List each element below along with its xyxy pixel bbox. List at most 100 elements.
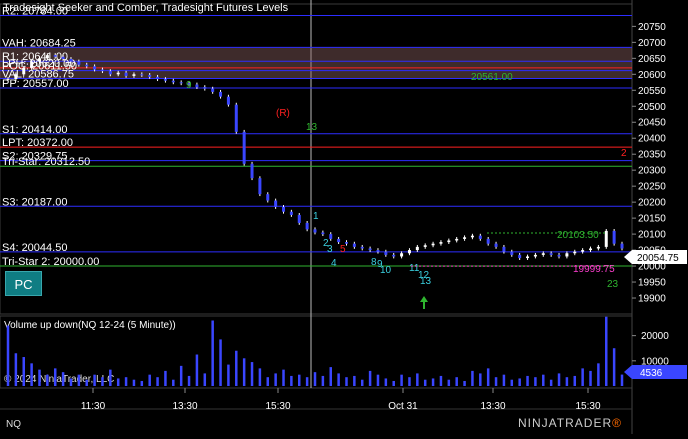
price-bar-body — [140, 74, 144, 76]
price-bar-body — [470, 235, 474, 238]
price-bar-body — [211, 88, 215, 92]
price-bar-body — [61, 56, 65, 59]
price-bar-body — [6, 79, 10, 81]
price-bar-body — [116, 72, 120, 75]
price-tick-label: 20600 — [638, 70, 666, 81]
price-bar-body — [376, 250, 380, 252]
price-bar-body — [69, 58, 73, 62]
price-bar-body — [400, 253, 404, 257]
time-tick-label: 13:30 — [172, 401, 197, 412]
price-tick-label: 20400 — [638, 134, 666, 145]
price-bar-body — [124, 72, 128, 76]
price-bar-body — [455, 238, 459, 241]
price-bar-body — [581, 250, 585, 252]
price-bar-body — [494, 243, 498, 247]
price-tick-label: 20550 — [638, 86, 666, 97]
pc-button[interactable]: PC — [5, 271, 42, 296]
price-bar-body — [557, 254, 561, 257]
price-bar-body — [415, 246, 419, 251]
level-label: R2: 20784.00 — [2, 6, 68, 18]
price-bar-body — [100, 69, 104, 72]
level-label: VAH: 20684.25 — [2, 37, 76, 49]
seeker-count-mark: 1 — [313, 211, 319, 222]
level-label: S4: 20044.50 — [2, 242, 67, 254]
price-bar-body — [589, 248, 593, 251]
price-annotation: 2 — [621, 148, 627, 159]
price-bar-body — [282, 206, 286, 212]
price-bar-body — [620, 243, 624, 249]
price-bar-body — [93, 66, 97, 70]
price-tick-label: 20150 — [638, 214, 666, 225]
price-bar-body — [258, 178, 262, 195]
price-bar-body — [596, 246, 600, 249]
seeker-count-mark: 3 — [327, 244, 333, 255]
ninjatrader-chart-window[interactable]: Tradesight Seeker and Comber, Tradesight… — [0, 0, 688, 434]
price-bar-body — [37, 58, 41, 62]
price-tick-label: 20500 — [638, 102, 666, 113]
price-bar-body — [132, 74, 136, 76]
price-bar-body — [242, 131, 246, 164]
price-bar-body — [171, 80, 175, 83]
price-bar-body — [423, 245, 427, 247]
price-bar-body — [108, 71, 112, 75]
logo-text: NINJATRADER — [518, 416, 613, 430]
last-volume-marker: 4536 — [624, 365, 687, 379]
price-bar-body — [384, 251, 388, 255]
price-tick-label: 20300 — [638, 166, 666, 177]
last-volume-text: 4536 — [640, 368, 663, 379]
seeker-count-mark: 23 — [607, 279, 619, 290]
value-area-band — [0, 47, 632, 79]
level-label: LPT: 20372.00 — [2, 137, 73, 149]
price-bar-body — [533, 254, 537, 257]
price-bar-body — [352, 243, 356, 247]
level-label: S1: 20414.00 — [2, 124, 67, 136]
price-tick-label: 20350 — [638, 150, 666, 161]
time-tick-label: Oct 31 — [388, 401, 418, 412]
price-bar-body — [447, 240, 451, 243]
price-bar-body — [234, 104, 238, 132]
copyright-text: © 2024 NinjaTrader, LLC — [4, 374, 114, 385]
price-bar-body — [313, 229, 317, 233]
price-tick-label: 20700 — [638, 38, 666, 49]
price-bar-body — [22, 67, 26, 75]
price-bar-body — [297, 214, 301, 223]
price-bar-body — [226, 96, 230, 105]
price-bar-body — [486, 238, 490, 244]
price-bar-body — [502, 246, 506, 252]
seeker-count-mark: 10 — [380, 265, 392, 276]
price-bar-body — [289, 211, 293, 215]
price-bar-body — [526, 256, 530, 259]
symbol-label: NQ — [6, 419, 21, 430]
time-tick-label: 11:30 — [81, 401, 106, 412]
last-price-text: 20054.75 — [637, 253, 679, 264]
seeker-count-mark: 5 — [340, 244, 346, 255]
price-bar-body — [274, 200, 278, 207]
price-tick-label: 20100 — [638, 230, 666, 241]
price-tick-label: 20450 — [638, 118, 666, 129]
seeker-count-mark: 13 — [306, 122, 318, 133]
price-annotation: 20561.00 — [471, 72, 513, 83]
level-label: S3: 20187.00 — [2, 196, 67, 208]
chart-canvas[interactable]: Tradesight Seeker and Comber, Tradesight… — [0, 0, 688, 434]
price-bar-body — [549, 253, 553, 255]
price-tick-label: 20250 — [638, 182, 666, 193]
time-tick-label: 15:30 — [575, 401, 600, 412]
volume-tick-label: 20000 — [641, 331, 669, 342]
price-bar-body — [163, 79, 167, 81]
level-label: Tri-Star: 20312.50 — [2, 156, 90, 168]
price-bar-body — [573, 251, 577, 254]
ninjatrader-logo: NINJATRADER® — [518, 416, 622, 430]
seeker-count-mark: 4 — [331, 258, 337, 269]
seeker-count-mark: 13 — [420, 276, 432, 287]
price-bar-body — [360, 246, 364, 249]
logo-mark: ® — [612, 416, 622, 430]
price-annotation: 20103.50 — [557, 230, 599, 241]
price-tick-label: 19900 — [638, 294, 666, 305]
price-tick-label: 20750 — [638, 22, 666, 33]
price-tick-label: 20200 — [638, 198, 666, 209]
price-bar-body — [604, 230, 608, 247]
price-bar-body — [368, 248, 372, 251]
price-bar-body — [195, 84, 199, 88]
price-bar-body — [179, 82, 183, 84]
price-bar-body — [329, 234, 333, 239]
